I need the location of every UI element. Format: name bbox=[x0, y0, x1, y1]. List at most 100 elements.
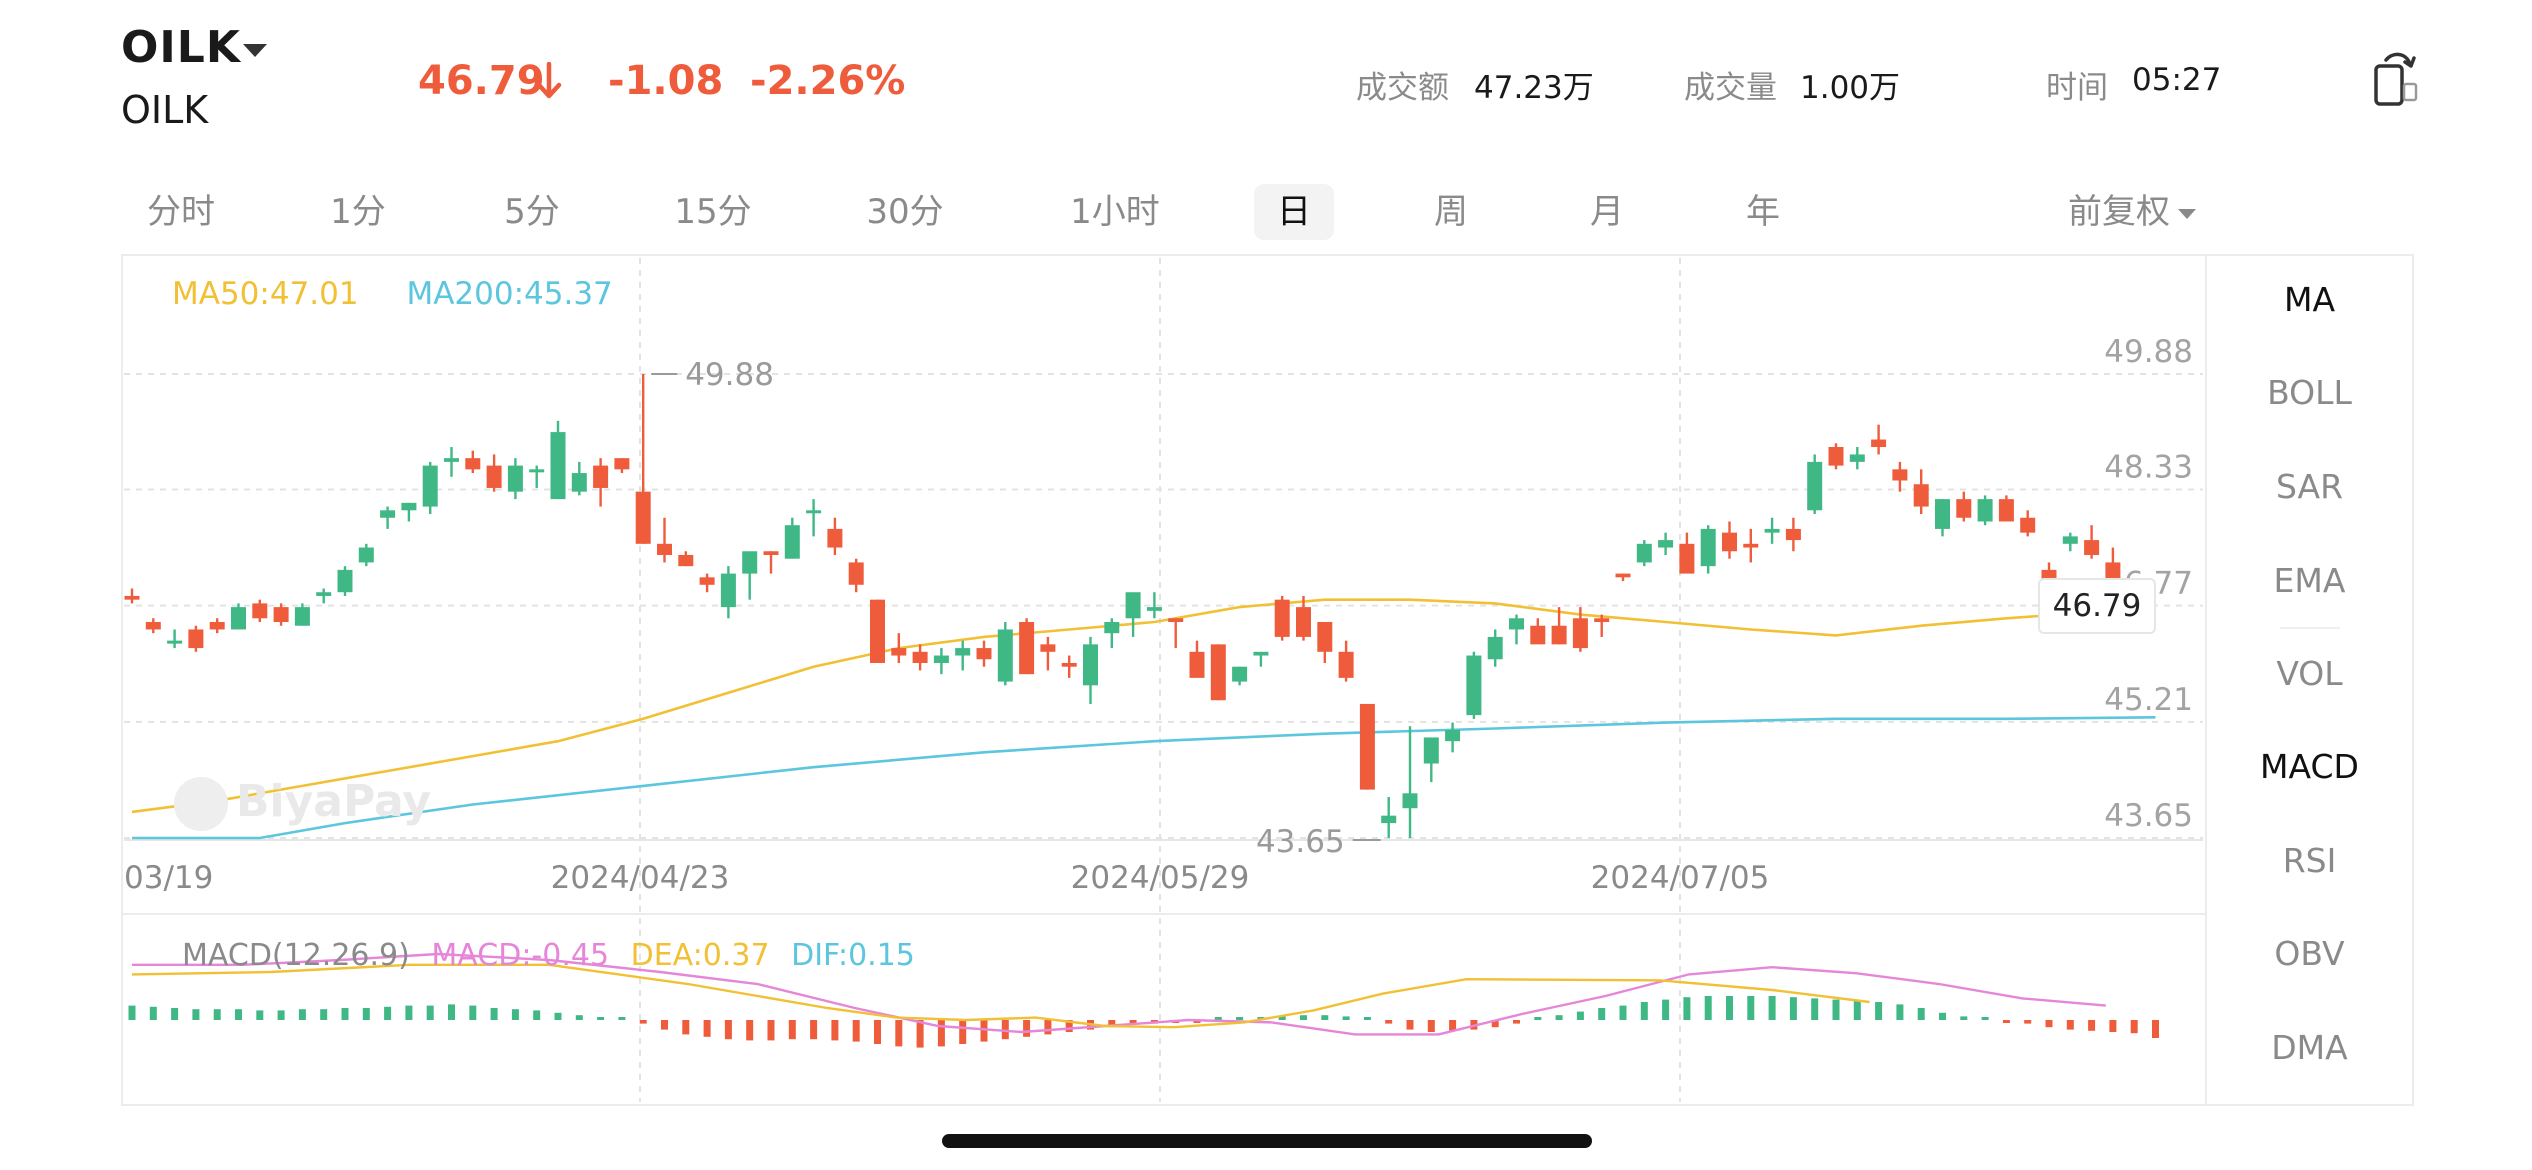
watermark-logo-icon bbox=[174, 777, 228, 831]
macd-histogram-bar bbox=[192, 1009, 200, 1020]
candle-body bbox=[593, 465, 609, 488]
macd-histogram-bar bbox=[1300, 1015, 1307, 1020]
candle-body bbox=[784, 525, 800, 559]
candle-body bbox=[2020, 517, 2036, 533]
candle-body bbox=[2062, 536, 2078, 544]
macd-value: MACD:-0.45 bbox=[431, 938, 610, 973]
indicator-option[interactable]: OBV bbox=[2207, 934, 2412, 973]
macd-histogram-bar bbox=[1683, 997, 1691, 1020]
x-tick-label: 03/19 bbox=[124, 860, 213, 896]
candle-body bbox=[1722, 532, 1737, 552]
candle-body bbox=[380, 510, 396, 518]
candle-body bbox=[1253, 651, 1269, 656]
candle-body bbox=[422, 465, 438, 507]
candle-body bbox=[507, 465, 523, 492]
candle-body bbox=[1487, 636, 1503, 660]
ma-legend: MA50:47.01 MA200:45.37 bbox=[172, 276, 613, 312]
x-tick-label: 2024/05/29 bbox=[1071, 860, 1250, 896]
candle-body bbox=[188, 629, 204, 649]
macd-histogram-bar bbox=[1044, 1020, 1052, 1035]
macd-histogram-bar bbox=[2002, 1020, 2010, 1023]
home-indicator[interactable] bbox=[942, 1134, 1592, 1148]
macd-histogram-bar bbox=[2024, 1020, 2032, 1024]
indicator-option[interactable]: DMA bbox=[2207, 1028, 2412, 1067]
candle-body bbox=[486, 465, 502, 488]
candle-body bbox=[635, 491, 651, 544]
indicator-separator bbox=[2280, 627, 2340, 629]
candle-body bbox=[699, 577, 715, 585]
macd-histogram-bar bbox=[1321, 1015, 1329, 1020]
indicator-option[interactable]: MACD bbox=[2207, 747, 2412, 786]
macd-histogram-bar bbox=[1214, 1017, 1222, 1020]
macd-histogram-bar bbox=[277, 1010, 285, 1020]
candle-body bbox=[145, 622, 161, 630]
macd-histogram-bar bbox=[1598, 1008, 1606, 1020]
macd-histogram-bar bbox=[384, 1006, 392, 1020]
candle-body bbox=[976, 648, 992, 660]
macd-histogram-bar bbox=[937, 1020, 945, 1047]
candle-body bbox=[806, 510, 822, 514]
candle-body bbox=[1679, 543, 1695, 574]
macd-histogram-bar bbox=[1513, 1020, 1520, 1024]
candle-body bbox=[1551, 625, 1567, 645]
candle-body bbox=[294, 607, 310, 626]
candle-body bbox=[742, 551, 758, 574]
macd-histogram-bar bbox=[1960, 1016, 1968, 1020]
candle-body bbox=[678, 554, 694, 567]
candle-body bbox=[1807, 461, 1823, 511]
macd-histogram-bar bbox=[916, 1020, 924, 1048]
candle-body bbox=[1061, 662, 1077, 667]
candle-body bbox=[1445, 730, 1461, 742]
candle-body bbox=[316, 592, 332, 596]
candle-body bbox=[870, 599, 885, 663]
candle-body bbox=[337, 569, 353, 593]
low-marker-label: 43.65 bbox=[1256, 824, 1345, 860]
y-tick-label: 43.65 bbox=[2104, 798, 2193, 834]
dif-value: DIF:0.15 bbox=[791, 938, 915, 973]
candle-body bbox=[1700, 528, 1716, 567]
candle-body bbox=[252, 603, 268, 619]
macd-histogram-bar bbox=[469, 1005, 477, 1020]
candle-body bbox=[124, 595, 140, 600]
candle-body bbox=[550, 432, 566, 500]
macd-histogram-bar bbox=[256, 1010, 264, 1020]
candle-body bbox=[1849, 454, 1865, 462]
candle-body bbox=[1998, 499, 2014, 522]
macd-histogram-bar bbox=[341, 1008, 349, 1020]
macd-histogram-bar bbox=[1939, 1012, 1946, 1020]
candle-body bbox=[1274, 599, 1290, 637]
macd-histogram-bar bbox=[1427, 1020, 1435, 1032]
macd-histogram-bar bbox=[724, 1020, 732, 1040]
macd-histogram-bar bbox=[1363, 1017, 1371, 1020]
candle-body bbox=[209, 622, 225, 630]
indicator-option[interactable]: SAR bbox=[2207, 467, 2412, 506]
macd-histogram-bar bbox=[1576, 1011, 1584, 1020]
macd-histogram-bar bbox=[682, 1020, 690, 1035]
ma200-line bbox=[132, 716, 2156, 840]
candle-body bbox=[1956, 499, 1972, 518]
candle-body bbox=[1743, 543, 1759, 548]
indicator-option[interactable]: MA bbox=[2207, 280, 2412, 319]
macd-histogram-bar bbox=[1406, 1020, 1414, 1030]
indicator-option[interactable]: BOLL bbox=[2207, 373, 2412, 412]
macd-histogram-bar bbox=[703, 1020, 711, 1037]
macd-histogram-bar bbox=[575, 1015, 583, 1020]
x-tick-label: 2024/04/23 bbox=[551, 860, 730, 896]
candle-body bbox=[720, 573, 736, 608]
indicator-option[interactable]: RSI bbox=[2207, 841, 2412, 880]
indicator-option[interactable]: VOL bbox=[2207, 654, 2412, 693]
candle-body bbox=[1423, 737, 1439, 764]
candle-body bbox=[827, 528, 843, 548]
macd-histogram-bar bbox=[213, 1009, 221, 1020]
macd-histogram-bar bbox=[533, 1010, 541, 1020]
candle-body bbox=[1658, 540, 1674, 548]
macd-histogram-bar bbox=[405, 1005, 413, 1020]
last-price-tag: 46.79 bbox=[2038, 578, 2156, 634]
indicator-option[interactable]: EMA bbox=[2207, 561, 2412, 600]
macd-histogram-bar bbox=[1789, 997, 1797, 1020]
candle-body bbox=[1168, 618, 1184, 623]
candle-body bbox=[444, 458, 459, 462]
macd-histogram-bar bbox=[448, 1004, 455, 1020]
macd-histogram-bar bbox=[554, 1012, 562, 1020]
macd-histogram-bar bbox=[1555, 1015, 1563, 1020]
